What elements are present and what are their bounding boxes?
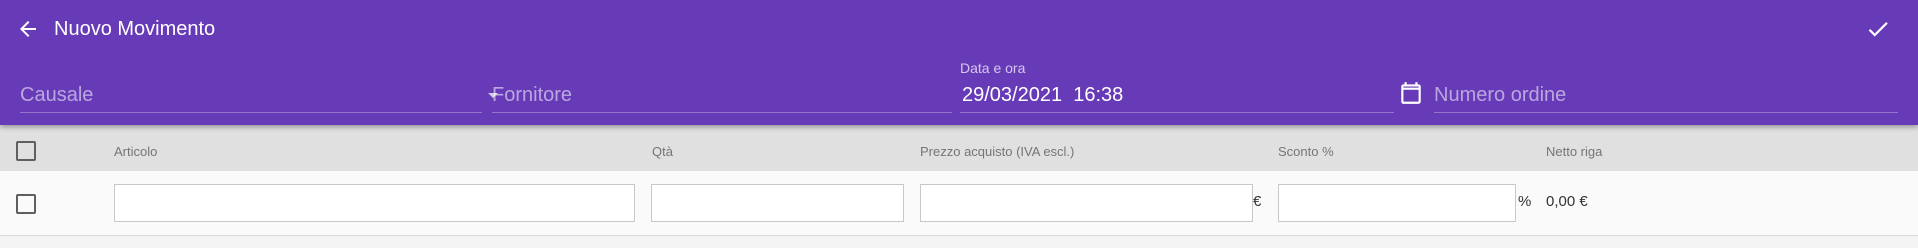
netto-riga-value: 0,00 € xyxy=(1546,193,1588,210)
prezzo-acquisto-input[interactable] xyxy=(920,184,1253,222)
column-header-sconto: Sconto % xyxy=(1278,144,1334,159)
column-header-qta: Qtà xyxy=(652,144,673,159)
causale-placeholder: Causale xyxy=(20,84,94,106)
page-title: Nuovo Movimento xyxy=(54,18,216,40)
column-header-prezzo: Prezzo acquisto (IVA escl.) xyxy=(920,144,1075,159)
causale-select[interactable]: Causale xyxy=(20,60,498,113)
column-header-articolo: Articolo xyxy=(114,144,158,159)
data-ora-field[interactable]: Data e ora 29/03/2021 16:38 xyxy=(960,60,1394,113)
percent-suffix: % xyxy=(1518,193,1532,210)
check-icon[interactable] xyxy=(1865,16,1891,42)
calendar-icon[interactable] xyxy=(1398,80,1424,106)
back-arrow-icon[interactable] xyxy=(16,17,40,41)
sconto-input[interactable] xyxy=(1278,184,1516,222)
articolo-input[interactable] xyxy=(114,184,635,222)
column-header-netto: Netto riga xyxy=(1546,144,1603,159)
row-checkbox[interactable] xyxy=(16,194,36,214)
qta-input[interactable] xyxy=(651,184,904,222)
select-all-checkbox[interactable] xyxy=(16,141,36,161)
euro-suffix: € xyxy=(1253,193,1262,210)
fornitore-placeholder: Fornitore xyxy=(492,84,573,106)
numero-ordine-field[interactable]: Numero ordine xyxy=(1434,60,1898,113)
fornitore-field[interactable]: Fornitore xyxy=(492,60,952,113)
numero-ordine-placeholder: Numero ordine xyxy=(1434,84,1567,106)
data-ora-value: 29/03/2021 16:38 xyxy=(962,84,1124,106)
app-bar: Nuovo Movimento Causale Fornitore Data e… xyxy=(0,0,1918,125)
data-ora-label: Data e ora xyxy=(960,60,1026,76)
